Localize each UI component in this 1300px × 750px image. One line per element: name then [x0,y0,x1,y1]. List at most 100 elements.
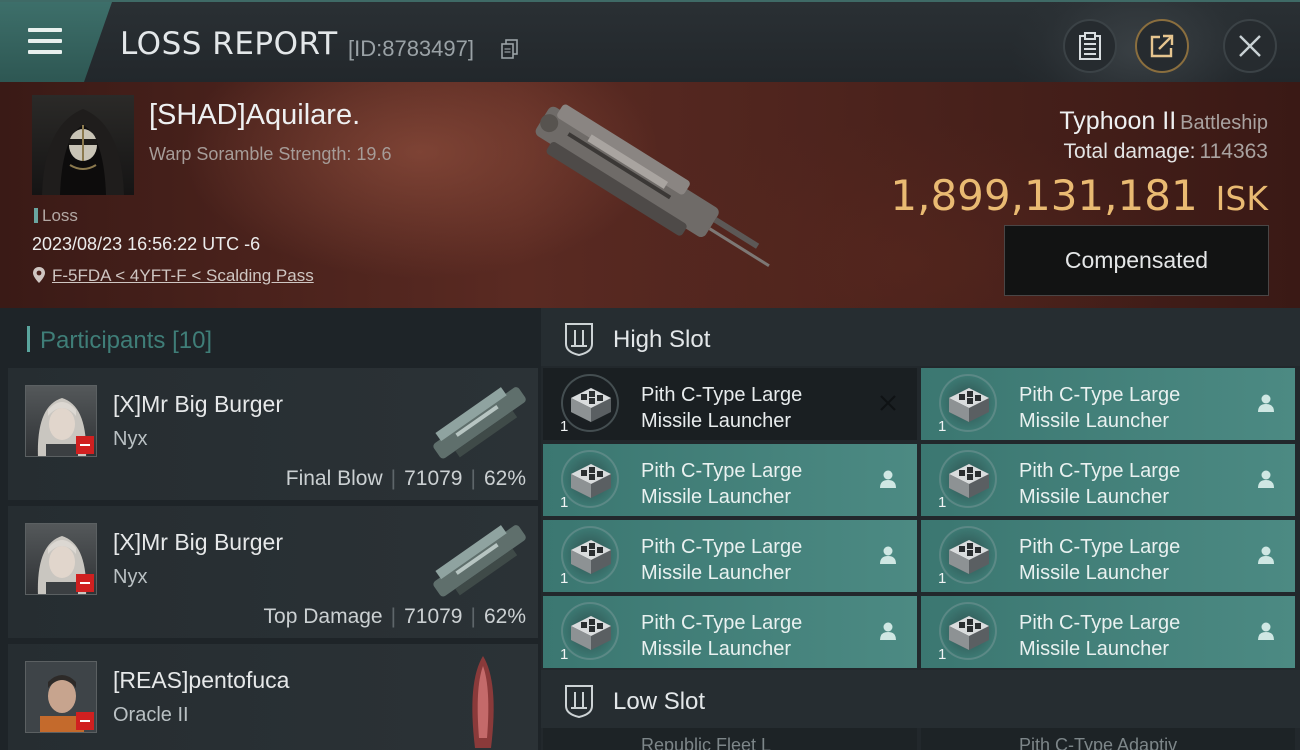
loss-summary: [SHAD]Aquilare. Warp Soramble Strength: … [0,82,1300,308]
warp-scramble-strength: Warp Soramble Strength: 19.6 [149,144,392,164]
menu-button[interactable] [0,2,112,82]
item-name: Pith C-Type Large Missile Launcher [641,382,802,434]
high-slot-item[interactable]: 1 Pith C-Type Large Missile Launcher [543,368,917,440]
item-name-line1: Pith C-Type Large [1019,536,1181,558]
high-slot-label: High Slot [613,326,711,353]
item-name: Pith C-Type Large Missile Launcher [641,458,802,510]
item-quantity: 1 [560,570,569,587]
participant-damage: 71079 [404,605,463,628]
top-bar: LOSS REPORT [ID:8783497] [0,0,1300,82]
close-icon [1239,35,1261,57]
item-quantity: 1 [560,646,569,663]
item-quantity: 1 [560,418,569,435]
victim-ship: Typhoon II Battleship [1059,107,1268,136]
participant-ship: Nyx [113,566,148,588]
minus-badge-icon [76,436,94,454]
participants-panel: Participants [10] [X]Mr Big Burger Nyx F… [0,308,541,750]
item-name: Pith C-Type Large Missile Launcher [641,534,802,586]
location-link[interactable]: F-5FDA < 4YFT-F < Scalding Pass [52,266,314,285]
compensated-button[interactable]: Compensated [1004,225,1269,296]
high-slot-item[interactable]: 1 Pith C-Type Large Missile Launcher [921,444,1295,516]
item-name: Pith C-Type Large Missile Launcher [1019,534,1180,586]
item-name-line1: Pith C-Type Large [641,612,803,634]
item-name-line2: Missile Launcher [1019,486,1170,508]
low-slot-item[interactable]: Republic Fleet L [543,728,917,750]
clipboard-button[interactable] [1063,19,1117,73]
stat-separator: | [470,467,476,490]
menu-icon [28,28,62,61]
participant-name[interactable]: [X]Mr Big Burger [113,529,283,556]
participant-ship: Oracle II [113,704,189,726]
item-name-line1: Pith C-Type Large [641,384,803,406]
hooded-pilot-portrait [42,109,124,195]
report-id: [ID:8783497] [348,36,474,61]
low-slot-item-name: Republic Fleet L [641,735,772,750]
missile-launcher-icon [571,540,611,574]
close-button[interactable] [1223,19,1277,73]
victim-ship-class: Battleship [1180,112,1268,134]
minus-badge-icon [76,712,94,730]
item-name-line1: Pith C-Type Large [1019,384,1181,406]
item-name-line2: Missile Launcher [1019,562,1170,584]
location-pin-icon [33,267,45,283]
loss-tag-marker [34,208,38,223]
high-slot-item[interactable]: 1 Pith C-Type Large Missile Launcher [921,368,1295,440]
minus-badge-icon [76,574,94,592]
item-name: Pith C-Type Large Missile Launcher [1019,458,1180,510]
person-icon [1258,622,1274,640]
participant-row[interactable]: [X]Mr Big Burger Nyx Final Blow | 71079 | 62… [8,368,538,500]
participant-name[interactable]: [REAS]pentofuca [113,667,289,694]
participant-row[interactable]: [X]Mr Big Burger Nyx Top Damage | 71079 | 62… [8,506,538,638]
participant-row[interactable]: [REAS]pentofuca Oracle II [8,644,538,750]
isk-value: 1,899,131,181 ISK [890,171,1268,220]
item-name: Pith C-Type Large Missile Launcher [641,610,802,662]
low-slot-item-name: Pith C-Type Adaptiv [1019,735,1178,750]
item-name-line1: Pith C-Type Large [641,536,803,558]
destroyed-x-icon [880,395,896,411]
total-damage-label: Total damage: [1063,140,1196,163]
supercarrier-image [433,525,526,597]
participant-role: Final Blow [285,467,383,490]
total-damage-value: 114363 [1199,140,1268,163]
share-button[interactable] [1135,19,1189,73]
missile-launcher-icon [949,616,989,650]
item-quantity: 1 [938,494,947,511]
high-slot-item[interactable]: 1 Pith C-Type Large Missile Launcher [543,520,917,592]
low-slot-header: Low Slot [541,670,1300,728]
loss-location[interactable]: F-5FDA < 4YFT-F < Scalding Pass [32,266,314,286]
stat-separator: | [470,605,476,628]
high-slot-item[interactable]: 1 Pith C-Type Large Missile Launcher [543,596,917,668]
stat-separator: | [390,467,397,490]
clipboard-icon [1079,32,1101,60]
item-name-line2: Missile Launcher [1019,638,1170,660]
high-slot-item[interactable]: 1 Pith C-Type Large Missile Launcher [921,596,1295,668]
person-icon [880,546,896,564]
participant-avatar [25,661,97,733]
item-name-line2: Missile Launcher [1019,410,1170,432]
item-quantity: 1 [938,646,947,663]
low-slot-label: Low Slot [613,688,706,715]
loss-tag-label: Loss [42,206,78,225]
fitting-panel: High Slot 1 Pith C-Type Large Missile La… [541,308,1300,750]
person-icon [1258,546,1274,564]
high-slot-item[interactable]: 1 Pith C-Type Large Missile Launcher [921,520,1295,592]
participant-name[interactable]: [X]Mr Big Burger [113,391,283,418]
isk-unit: ISK [1215,179,1268,218]
participant-percent: 62% [483,605,526,628]
low-slot-item[interactable]: Pith C-Type Adaptiv [921,728,1295,750]
missile-launcher-icon [571,388,611,422]
victim-avatar[interactable] [32,95,134,195]
item-quantity: 1 [938,570,947,587]
item-name: Pith C-Type Large Missile Launcher [1019,382,1180,434]
copy-icon[interactable] [501,39,519,59]
person-icon [880,470,896,488]
low-slot-icon [565,685,593,718]
participants-title: Participants [40,327,166,354]
page-title: LOSS REPORT [120,26,338,62]
victim-pilot-name[interactable]: [SHAD]Aquilare. [149,99,360,132]
item-quantity: 1 [560,494,569,511]
victim-ship-name[interactable]: Typhoon II [1059,107,1176,135]
missile-launcher-icon [571,464,611,498]
high-slot-item[interactable]: 1 Pith C-Type Large Missile Launcher [543,444,917,516]
person-icon [1258,394,1274,412]
